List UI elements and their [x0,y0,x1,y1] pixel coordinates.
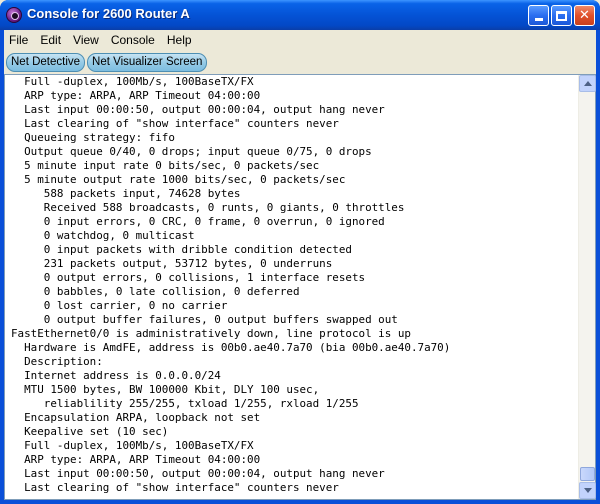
net-detective-button[interactable]: Net Detective [6,52,86,72]
console-line: 0 watchdog, 0 multicast [11,229,195,242]
scroll-up-arrow-icon [583,81,592,86]
console-line: Full -duplex, 100Mb/s, 100BaseTX/FX [11,439,254,452]
maximize-button[interactable] [551,5,572,26]
title-bar[interactable]: Console for 2600 Router A ✕ [0,0,600,30]
window-title: Console for 2600 Router A [27,6,190,21]
vertical-scrollbar[interactable] [578,75,596,499]
console-frame: Full -duplex, 100Mb/s, 100BaseTX/FX ARP … [4,74,596,500]
console-line: Full -duplex, 100Mb/s, 100BaseTX/FX [11,75,254,88]
scroll-thumb[interactable] [580,467,595,481]
minimize-icon [534,18,543,21]
console-line: Description: [11,355,103,368]
menu-console[interactable]: Console [106,33,162,47]
console-window: Console for 2600 Router A ✕ File Edit Vi… [0,0,600,504]
console-line: 0 lost carrier, 0 no carrier [11,299,228,312]
maximize-icon [556,10,567,21]
console-line: 0 output errors, 0 collisions, 1 interfa… [11,271,366,284]
menu-bar: File Edit View Console Help [4,30,596,50]
console-line: Last clearing of "show interface" counte… [11,481,339,494]
console-line: 588 packets input, 74628 bytes [11,187,241,200]
console-line: 5 minute input rate 0 bits/sec, 0 packet… [11,159,320,172]
menu-file[interactable]: File [4,33,35,47]
console-line: 5 minute output rate 1000 bits/sec, 0 pa… [11,173,346,186]
menu-view[interactable]: View [68,33,106,47]
net-visualizer-screen-button[interactable]: Net Visualizer Screen [87,52,208,72]
console-line: 0 output buffer failures, 0 output buffe… [11,313,398,326]
router-console-icon[interactable] [6,7,22,23]
console-line: 0 input errors, 0 CRC, 0 frame, 0 overru… [11,215,385,228]
console-line: 0 input packets with dribble condition d… [11,243,352,256]
console-line: 0 babbles, 0 late collision, 0 deferred [11,285,300,298]
console-line: MTU 1500 bytes, BW 100000 Kbit, DLY 100 … [11,383,320,396]
toolbar: Net Detective Net Visualizer Screen [4,50,596,74]
console-line: Last clearing of "show interface" counte… [11,117,339,130]
console-line: Internet address is 0.0.0.0/24 [11,369,221,382]
console-line: reliablility 255/255, txload 1/255, rxlo… [11,397,359,410]
menu-help[interactable]: Help [162,33,199,47]
scroll-up-button[interactable] [579,75,596,92]
console-line: Queueing strategy: fifo [11,131,175,144]
console-line: Received 588 broadcasts, 0 runts, 0 gian… [11,201,405,214]
scroll-down-button[interactable] [579,482,596,499]
console-line: ARP type: ARPA, ARP Timeout 04:00:00 [11,89,261,102]
console-output[interactable]: Full -duplex, 100Mb/s, 100BaseTX/FX ARP … [11,75,577,499]
console-line: Last input 00:00:50, output 00:00:04, ou… [11,103,385,116]
console-line: Keepalive set (10 sec) [11,425,169,438]
menu-edit[interactable]: Edit [35,33,68,47]
close-button[interactable]: ✕ [574,5,595,26]
console-line: Hardware is AmdFE, address is 00b0.ae40.… [11,341,451,354]
scroll-down-arrow-icon [583,488,592,493]
console-line: Last input 00:00:50, output 00:00:04, ou… [11,467,385,480]
minimize-button[interactable] [528,5,549,26]
console-line: ARP type: ARPA, ARP Timeout 04:00:00 [11,453,261,466]
console-line: 231 packets output, 53712 bytes, 0 under… [11,257,333,270]
console-line: FastEthernet0/0 is administratively down… [11,327,411,340]
close-icon: ✕ [579,8,590,23]
console-line: Encapsulation ARPA, loopback not set [11,411,261,424]
console-line: Output queue 0/40, 0 drops; input queue … [11,145,372,158]
